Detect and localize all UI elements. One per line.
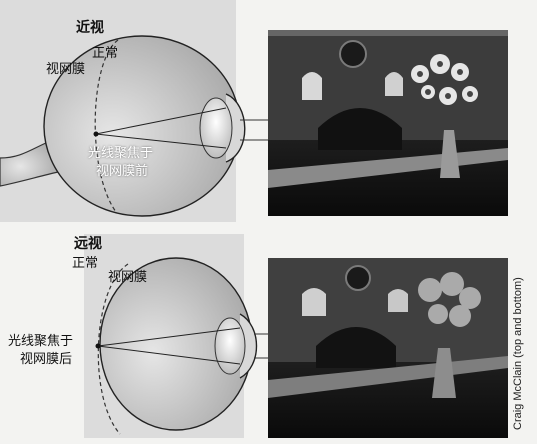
farsighted-title: 远视	[74, 236, 102, 252]
focus-point	[93, 131, 99, 137]
blurred-photo	[268, 258, 508, 438]
retina-label: 视网膜	[46, 62, 86, 77]
blurred-photo	[268, 30, 508, 216]
focus-label-line1: 光线聚焦于	[8, 334, 74, 349]
normal-label: 正常	[92, 46, 119, 61]
normal-label: 正常	[72, 256, 99, 271]
focus-label-line1: 光线聚焦于	[88, 146, 154, 161]
focus-label-line2: 视网膜后	[20, 352, 73, 367]
retina-label: 视网膜	[108, 270, 148, 285]
photo-credit: Craig McClain (top and bottom)	[512, 277, 524, 430]
focus-label-line2: 视网膜前	[96, 164, 149, 179]
lens	[214, 317, 246, 375]
lens	[199, 97, 233, 159]
focus-point	[95, 343, 101, 349]
nearsighted-title: 近视	[76, 20, 104, 36]
